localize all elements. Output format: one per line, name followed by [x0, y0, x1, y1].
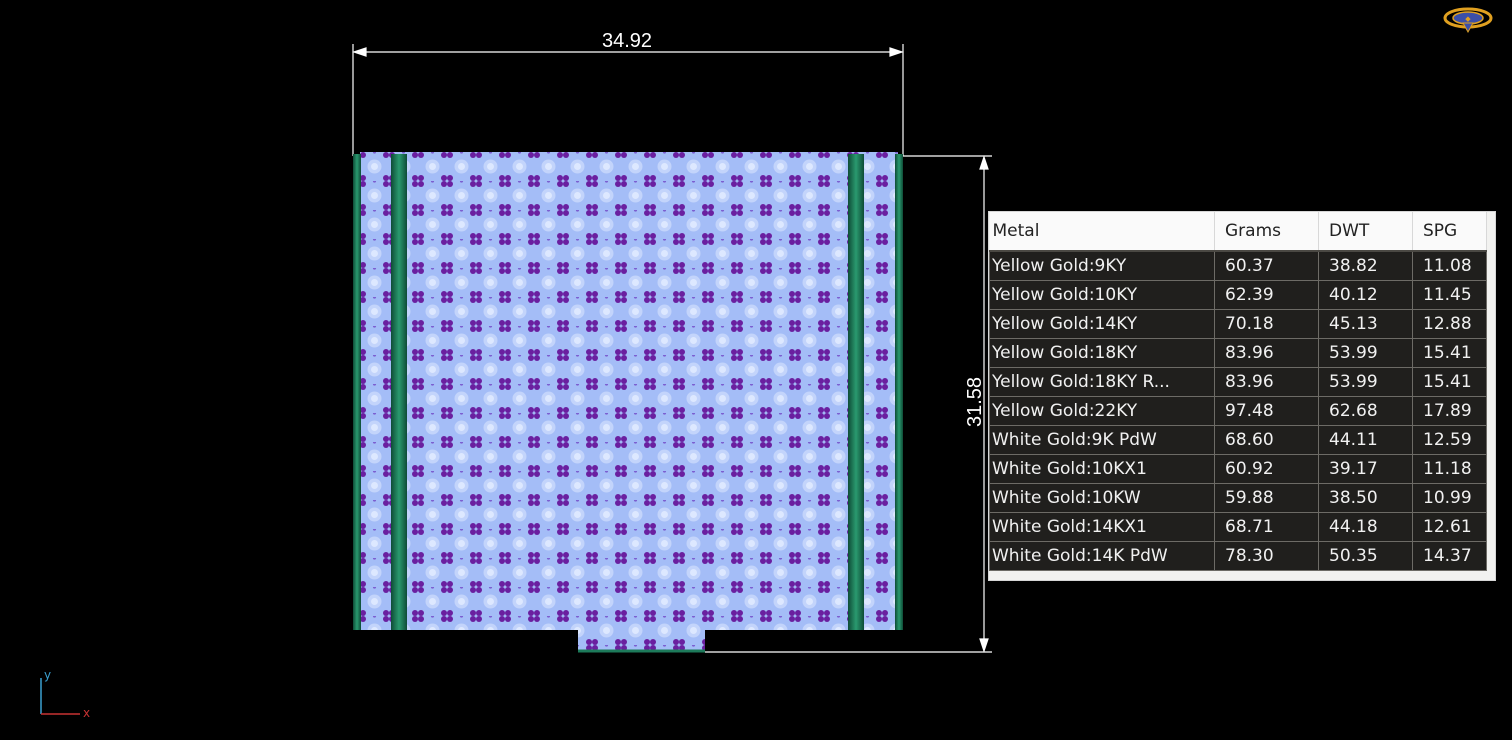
- table-cell-dwt: 44.11: [1318, 425, 1413, 455]
- bottom-tab: [578, 628, 705, 652]
- svg-text:◆: ◆: [1465, 15, 1471, 23]
- axis-y-label: y: [44, 668, 51, 682]
- column-header-dwt[interactable]: DWT: [1318, 212, 1413, 251]
- table-cell-dwt: 45.13: [1318, 309, 1413, 339]
- side-rail-right-outer: [895, 154, 903, 630]
- table-cell-grams: 68.60: [1214, 425, 1319, 455]
- table-cell-grams: 60.92: [1214, 454, 1319, 484]
- table-cell-dwt: 53.99: [1318, 367, 1413, 397]
- width-dimension: [352, 44, 904, 156]
- table-cell-metal: White Gold:10KW: [989, 483, 1215, 513]
- table-cell-grams: 60.37: [1214, 250, 1319, 281]
- metal-weight-table: Metal Grams DWT SPG Yellow Gold:9KY 60.37…: [989, 212, 1487, 571]
- table-row[interactable]: White Gold:14K PdW 78.30 50.35 14.37: [989, 541, 1487, 571]
- table-cell-metal: White Gold:14KX1: [989, 512, 1215, 542]
- table-cell-grams: 97.48: [1214, 396, 1319, 426]
- table-cell-grams: 68.71: [1214, 512, 1319, 542]
- table-cell-spg: 12.61: [1412, 512, 1487, 542]
- table-row[interactable]: Yellow Gold:18KY 83.96 53.99 15.41: [989, 338, 1487, 368]
- table-cell-spg: 15.41: [1412, 367, 1487, 397]
- side-rail-right-inner: [848, 154, 864, 630]
- table-cell-metal: White Gold:14K PdW: [989, 541, 1215, 571]
- table-cell-dwt: 62.68: [1318, 396, 1413, 426]
- table-cell-metal: Yellow Gold:22KY: [989, 396, 1215, 426]
- table-cell-grams: 62.39: [1214, 280, 1319, 310]
- metal-weight-table-panel: Metal Grams DWT SPG Yellow Gold:9KY 60.37…: [988, 211, 1496, 581]
- table-cell-dwt: 38.82: [1318, 250, 1413, 281]
- table-cell-spg: 15.41: [1412, 338, 1487, 368]
- table-cell-dwt: 38.50: [1318, 483, 1413, 513]
- table-row[interactable]: Yellow Gold:9KY 60.37 38.82 11.08: [989, 250, 1487, 281]
- table-header-row: Metal Grams DWT SPG: [989, 212, 1487, 251]
- table-cell-dwt: 50.35: [1318, 541, 1413, 571]
- height-dimension-label: 31.58: [964, 376, 987, 428]
- table-cell-spg: 11.08: [1412, 250, 1487, 281]
- table-row[interactable]: White Gold:10KX1 60.92 39.17 11.18: [989, 454, 1487, 484]
- column-header-spg[interactable]: SPG: [1412, 212, 1487, 251]
- table-cell-spg: 12.88: [1412, 309, 1487, 339]
- app-logo-icon[interactable]: ◆: [1443, 5, 1493, 35]
- table-cell-grams: 83.96: [1214, 367, 1319, 397]
- table-row[interactable]: Yellow Gold:10KY 62.39 40.12 11.45: [989, 280, 1487, 310]
- table-cell-metal: White Gold:10KX1: [989, 454, 1215, 484]
- table-cell-metal: Yellow Gold:9KY: [989, 250, 1215, 281]
- table-cell-spg: 11.18: [1412, 454, 1487, 484]
- column-header-metal[interactable]: Metal: [989, 212, 1215, 251]
- table-cell-metal: White Gold:9K PdW: [989, 425, 1215, 455]
- pave-surface: [360, 152, 898, 630]
- table-row[interactable]: Yellow Gold:14KY 70.18 45.13 12.88: [989, 309, 1487, 339]
- table-cell-grams: 59.88: [1214, 483, 1319, 513]
- column-header-grams[interactable]: Grams: [1214, 212, 1319, 251]
- table-cell-spg: 14.37: [1412, 541, 1487, 571]
- table-cell-dwt: 39.17: [1318, 454, 1413, 484]
- table-cell-spg: 10.99: [1412, 483, 1487, 513]
- table-cell-spg: 12.59: [1412, 425, 1487, 455]
- table-cell-dwt: 53.99: [1318, 338, 1413, 368]
- table-cell-grams: 83.96: [1214, 338, 1319, 368]
- table-row[interactable]: Yellow Gold:18KY R... 83.96 53.99 15.41: [989, 367, 1487, 397]
- table-row[interactable]: White Gold:14KX1 68.71 44.18 12.61: [989, 512, 1487, 542]
- table-row[interactable]: Yellow Gold:22KY 97.48 62.68 17.89: [989, 396, 1487, 426]
- table-cell-metal: Yellow Gold:18KY: [989, 338, 1215, 368]
- table-cell-dwt: 44.18: [1318, 512, 1413, 542]
- table-cell-dwt: 40.12: [1318, 280, 1413, 310]
- jewelry-model[interactable]: [353, 152, 903, 653]
- table-cell-grams: 70.18: [1214, 309, 1319, 339]
- axis-x-label: x: [83, 706, 90, 720]
- width-dimension-label: 34.92: [602, 30, 653, 52]
- axis-triad-icon: y x: [40, 668, 90, 720]
- table-row[interactable]: White Gold:10KW 59.88 38.50 10.99: [989, 483, 1487, 513]
- table-cell-spg: 11.45: [1412, 280, 1487, 310]
- table-cell-metal: Yellow Gold:10KY: [989, 280, 1215, 310]
- table-cell-spg: 17.89: [1412, 396, 1487, 426]
- table-cell-metal: Yellow Gold:14KY: [989, 309, 1215, 339]
- table-cell-metal: Yellow Gold:18KY R...: [989, 367, 1215, 397]
- side-rail-left-outer: [353, 154, 361, 630]
- table-row[interactable]: White Gold:9K PdW 68.60 44.11 12.59: [989, 425, 1487, 455]
- side-rail-left-inner: [391, 154, 407, 630]
- table-cell-grams: 78.30: [1214, 541, 1319, 571]
